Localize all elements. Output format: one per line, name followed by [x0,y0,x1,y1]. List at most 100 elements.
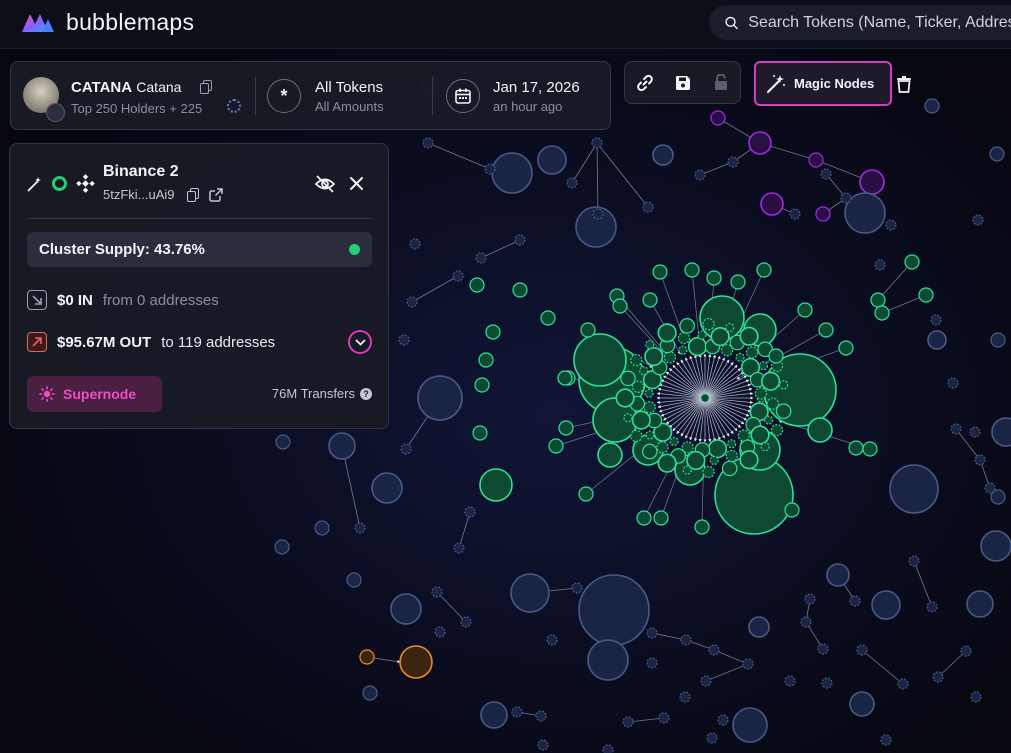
cluster-bubble[interactable] [766,397,779,410]
wallet-bubble[interactable] [566,177,578,189]
wallet-bubble[interactable] [889,464,939,514]
wallet-bubble[interactable] [820,168,832,180]
cluster-bubble[interactable] [779,380,789,390]
cluster-bubble[interactable] [645,339,655,350]
cluster-bubble[interactable] [657,323,677,343]
magic-bubble[interactable] [808,152,824,168]
wallet-bubble[interactable] [748,616,770,638]
cluster-bubble[interactable] [558,420,574,436]
cluster-bubble[interactable] [631,410,651,430]
wallet-bubble[interactable] [592,208,604,220]
cluster-bubble[interactable] [694,519,710,535]
wallet-bubble[interactable] [990,332,1006,348]
cluster-bubble[interactable] [615,388,635,408]
cluster-bubble[interactable] [735,352,745,362]
cluster-bubble[interactable] [478,352,494,368]
lock-button[interactable] [703,65,739,101]
cluster-bubble[interactable] [663,351,677,364]
date-picker-button[interactable] [446,79,480,113]
wallet-bubble[interactable] [346,572,362,588]
cluster-bubble[interactable] [721,460,738,477]
wallet-bubble[interactable] [849,691,875,717]
wallet-bubble[interactable] [908,555,920,567]
wallet-bubble[interactable] [849,595,861,607]
wallet-bubble[interactable] [930,314,942,326]
cluster-bubble[interactable] [573,333,627,387]
wallet-bubble[interactable] [622,716,634,728]
wallet-bubble[interactable] [400,443,412,455]
hide-eye-icon[interactable] [314,174,336,194]
cluster-bubble[interactable] [643,401,656,414]
magic-bubble[interactable] [710,110,726,126]
wallet-bubble[interactable] [642,201,654,213]
wallet-bubble[interactable] [932,671,944,683]
copy-icon[interactable] [187,188,200,202]
cluster-bubble[interactable] [653,510,669,526]
cluster-bubble[interactable] [750,425,770,445]
cluster-bubble[interactable] [557,370,573,386]
wallet-bubble[interactable] [510,573,550,613]
wallet-bubble[interactable] [480,701,508,729]
cluster-bubble[interactable] [469,277,485,293]
app-logo[interactable]: bubblemaps [20,9,194,36]
wallet-bubble[interactable] [511,706,523,718]
wallet-bubble[interactable] [328,432,356,460]
cluster-bubble[interactable] [739,326,759,346]
magic-nodes-button[interactable]: Magic Nodes [754,61,892,106]
cluster-bubble[interactable] [686,450,706,471]
wallet-bubble[interactable] [571,582,583,594]
orange-bubble[interactable] [399,645,433,679]
cluster-bubble[interactable] [770,423,784,437]
cluster-bubble[interactable] [797,302,813,318]
wallet-bubble[interactable] [826,563,850,587]
cluster-bubble[interactable] [725,323,735,333]
expand-outflow-button[interactable] [348,330,372,354]
wallet-bubble[interactable] [732,707,768,743]
cluster-bubble[interactable] [838,340,854,356]
wallet-bubble[interactable] [972,214,984,226]
wallet-bubble[interactable] [966,590,994,618]
cluster-bubble[interactable] [756,262,772,278]
wallet-bubble[interactable] [453,542,465,554]
cluster-bubble[interactable] [700,393,710,403]
wallet-bubble[interactable] [960,645,972,657]
all-tokens-button[interactable]: * [267,79,301,113]
cluster-bubble[interactable] [620,370,636,387]
magic-bubble[interactable] [760,192,784,216]
wallet-bubble[interactable] [980,530,1011,562]
help-icon[interactable]: ? [360,387,372,400]
wallet-bubble[interactable] [652,144,674,166]
cluster-bubble[interactable] [760,442,770,452]
wallet-bubble[interactable] [431,586,443,598]
cluster-bubble[interactable] [739,450,759,470]
wallet-bubble[interactable] [708,644,720,656]
wallet-bubble[interactable] [856,644,868,656]
wallet-bubble[interactable] [989,146,1005,162]
cluster-bubble[interactable] [918,287,934,303]
wallet-bubble[interactable] [484,163,496,175]
wallet-bubble[interactable] [546,634,558,646]
cluster-bubble[interactable] [702,465,715,479]
cluster-bubble[interactable] [707,439,728,459]
cluster-bubble[interactable] [580,322,596,338]
cluster-bubble[interactable] [652,264,668,280]
wallet-bubble[interactable] [817,643,829,655]
orange-bubble[interactable] [359,649,375,665]
cluster-bubble[interactable] [612,298,628,314]
wallet-bubble[interactable] [885,219,897,231]
cluster-bubble[interactable] [702,317,715,331]
wallet-bubble[interactable] [784,675,796,687]
cluster-bubble[interactable] [754,387,768,400]
cluster-bubble[interactable] [874,305,890,321]
cluster-bubble[interactable] [656,441,669,454]
cluster-bubble[interactable] [642,292,658,308]
cluster-bubble[interactable] [706,270,722,286]
wallet-bubble[interactable] [880,734,892,746]
cluster-bubble[interactable] [578,486,594,502]
cluster-bubble[interactable] [775,403,792,420]
wallet-bubble[interactable] [947,377,959,389]
cluster-bubble[interactable] [904,254,920,270]
wallet-bubble[interactable] [422,137,434,149]
wallet-bubble[interactable] [491,152,533,194]
share-link-button[interactable] [627,65,663,101]
